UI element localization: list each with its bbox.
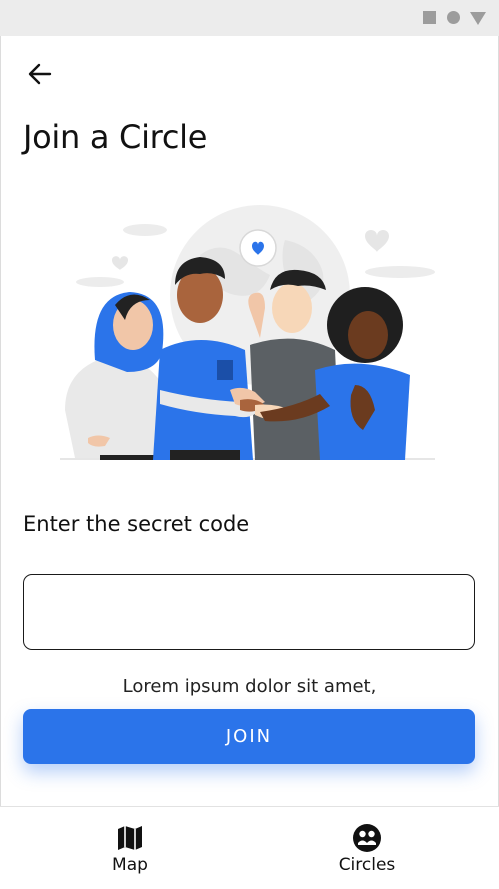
nav-label-circles: Circles (338, 855, 396, 875)
square-icon (423, 11, 436, 24)
nav-item-map[interactable]: Map (60, 807, 200, 889)
map-icon (118, 826, 142, 850)
status-bar (0, 0, 499, 36)
secret-code-input[interactable] (23, 574, 475, 650)
back-button[interactable] (26, 60, 54, 88)
team-illustration (60, 205, 435, 460)
code-label: Enter the secret code (23, 512, 250, 536)
bottom-navigation: Map Circles (0, 806, 499, 889)
circles-icon (353, 824, 381, 852)
helper-text: Lorem ipsum dolor sit amet, (122, 676, 377, 697)
arrow-left-icon (28, 63, 52, 85)
nav-item-circles[interactable]: Circles (297, 807, 437, 889)
circle-icon (447, 11, 460, 24)
nav-label-map: Map (112, 855, 148, 875)
join-button[interactable]: JOIN (23, 709, 475, 764)
page-title: Join a Circle (23, 118, 208, 156)
frame-border-left (0, 36, 1, 888)
triangle-icon (470, 12, 486, 25)
